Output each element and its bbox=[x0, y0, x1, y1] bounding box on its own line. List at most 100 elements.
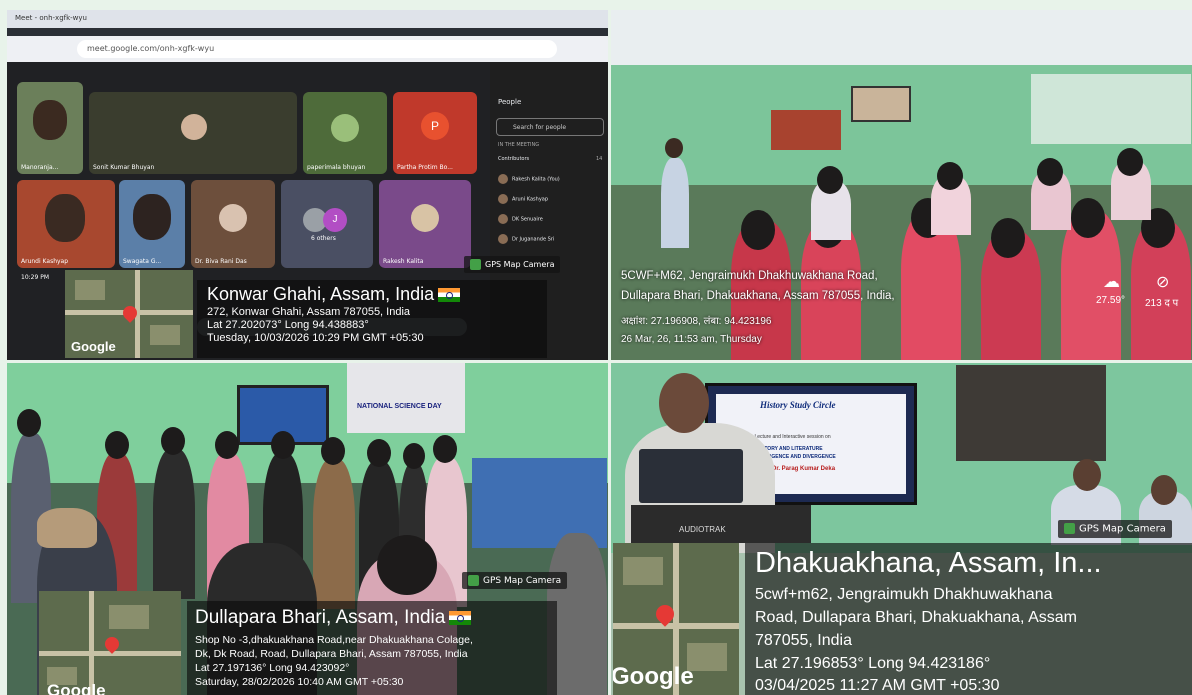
location-map-thumbnail: Google bbox=[65, 270, 193, 358]
participant-photo bbox=[133, 194, 171, 240]
gps-info-box: Dullapara Bhari, Assam, India Shop No -3… bbox=[187, 601, 557, 695]
others-count: 6 others bbox=[311, 235, 336, 242]
browser-tab-strip: Meet - onh-xgfk-wyu bbox=[7, 10, 608, 28]
location-map-thumbnail: Google bbox=[613, 543, 739, 695]
address-line: 787055, India bbox=[755, 632, 852, 649]
slide-speaker: Dr. Parag Kumar Deka bbox=[772, 466, 836, 472]
students-event-photo: NATIONAL SCIENCE DAY GPS Map Camera Goog… bbox=[7, 363, 608, 695]
address-bar[interactable]: meet.google.com/onh-xgfk-wyu bbox=[77, 40, 557, 58]
in-meeting-label: IN THE MEETING bbox=[498, 142, 540, 148]
participant-list-item[interactable]: Dr Juganande Sri bbox=[498, 234, 554, 244]
lat-long: Lat 27.202073° Long 94.438883° bbox=[207, 319, 369, 331]
windows bbox=[1031, 74, 1191, 144]
ceiling bbox=[611, 10, 1192, 65]
video-tile[interactable]: Sonit Kumar Bhuyan bbox=[89, 92, 297, 174]
guest-head bbox=[1073, 459, 1101, 491]
video-tile[interactable]: Rakesh Kalita bbox=[379, 180, 471, 268]
speaker-head bbox=[665, 138, 683, 158]
address-line: Shop No -3,dhakuakhana Road,near Dhakuak… bbox=[195, 634, 473, 646]
participant-avatar: J bbox=[323, 208, 347, 232]
compass-icon: ⊘ bbox=[1156, 274, 1170, 291]
banner bbox=[771, 110, 841, 150]
video-tile[interactable]: P Partha Protim Bo... bbox=[393, 92, 477, 174]
podium-brand: AUDIOTRAK bbox=[679, 525, 726, 534]
address-line: 5cwf+m62, Jengraimukh Dhakhuwakhana bbox=[755, 586, 1053, 603]
video-tile[interactable]: Swagata G... bbox=[119, 180, 185, 268]
participant-avatar bbox=[219, 204, 247, 232]
video-tile[interactable]: Dr. Biva Rani Das bbox=[191, 180, 275, 268]
india-flag-icon bbox=[438, 288, 461, 303]
participant-photo bbox=[45, 194, 85, 242]
timestamp: Saturday, 28/02/2026 10:40 AM GMT +05:30 bbox=[195, 676, 404, 688]
participant-name: Dr. Biva Rani Das bbox=[195, 258, 247, 265]
gps-info-box: Dhakuakhana, Assam, In... 5cwf+m62, Jeng… bbox=[745, 543, 1192, 695]
weather-cloud-icon: ☁ bbox=[1103, 272, 1120, 291]
guest-head bbox=[1151, 475, 1177, 505]
participant-avatar bbox=[331, 114, 359, 142]
event-banner: NATIONAL SCIENCE DAY bbox=[347, 363, 465, 433]
lat-long: Lat 27.197136° Long 94.423092° bbox=[195, 662, 350, 674]
podium: AUDIOTRAK bbox=[631, 505, 811, 543]
location-title: Dullapara Bhari, Assam, India bbox=[195, 607, 472, 629]
heading: 213 द प bbox=[1145, 298, 1179, 309]
people-search-input[interactable]: Search for people bbox=[496, 118, 604, 136]
blackboard bbox=[956, 365, 1106, 461]
online-meeting-photo: Meet - onh-xgfk-wyu meet.google.com/onh-… bbox=[7, 10, 608, 360]
address-line: 272, Konwar Ghahi, Assam 787055, India bbox=[207, 306, 411, 318]
gps-info-box: Konwar Ghahi, Assam, India 272, Konwar G… bbox=[197, 280, 547, 358]
notice-board bbox=[851, 86, 911, 122]
participant-name: Sonit Kumar Bhuyan bbox=[93, 164, 155, 171]
participant-name: Arundi Kashyap bbox=[21, 258, 69, 265]
participant-avatar: P bbox=[421, 112, 449, 140]
classroom-audience-photo: 5CWF+M62, Jengraimukh Dhakhuwakhana Road… bbox=[611, 10, 1192, 360]
video-tile[interactable]: J 6 others bbox=[281, 180, 373, 268]
location-title: Konwar Ghahi, Assam, India bbox=[207, 284, 461, 305]
participant-list-item[interactable]: DK Senuaire bbox=[498, 214, 543, 224]
meeting-clock: 10:29 PM bbox=[21, 274, 49, 281]
google-logo: Google bbox=[47, 681, 106, 695]
participant-list-item[interactable]: Aruni Kashyap bbox=[498, 194, 548, 204]
slide-text: A Lecture and Interactive session on bbox=[750, 434, 831, 440]
timestamp: 03/04/2025 11:27 AM GMT +05:30 bbox=[755, 677, 1000, 694]
photo-collage: Meet - onh-xgfk-wyu meet.google.com/onh-… bbox=[0, 0, 1192, 695]
slide-title: History Study Circle bbox=[760, 400, 836, 410]
participant-avatar bbox=[411, 204, 439, 232]
gps-camera-badge: GPS Map Camera bbox=[1058, 520, 1172, 538]
india-flag-icon bbox=[449, 610, 472, 625]
lat-long: Lat 27.196853° Long 94.423186° bbox=[755, 655, 991, 672]
laptop bbox=[639, 449, 743, 503]
participant-name: Rakesh Kalita bbox=[383, 258, 424, 265]
speaker-head bbox=[659, 373, 709, 433]
video-tile[interactable]: Arundi Kashyap bbox=[17, 180, 115, 268]
address-line: Road, Dullapara Bhari, Dhakuakhana, Assa… bbox=[755, 609, 1077, 626]
location-title: Dhakuakhana, Assam, In... bbox=[755, 547, 1102, 579]
banner-text: NATIONAL SCIENCE DAY bbox=[357, 403, 442, 410]
timestamp: Tuesday, 10/03/2026 10:29 PM GMT +05:30 bbox=[207, 332, 424, 344]
address-line: 5CWF+M62, Jengraimukh Dhakhuwakhana Road… bbox=[621, 270, 878, 282]
browser-tab-title[interactable]: Meet - onh-xgfk-wyu bbox=[15, 14, 87, 22]
participant-name: Manoranja... bbox=[21, 164, 59, 171]
lat-long: अक्षांश: 27.196908, लंबा: 94.423196 bbox=[621, 316, 772, 327]
location-map-thumbnail: Google bbox=[39, 591, 181, 695]
lecture-photo: History Study Circle A Lecture and Inter… bbox=[611, 363, 1192, 695]
speaker-figure bbox=[661, 158, 689, 248]
participant-list-item[interactable]: Rakesh Kalita (You) bbox=[498, 174, 560, 184]
contributors-count: 14 bbox=[596, 156, 603, 162]
contributors-label[interactable]: Contributors bbox=[498, 156, 529, 162]
google-logo: Google bbox=[613, 663, 694, 690]
address-line: Dullapara Bhari, Dhakuakhana, Assam 7870… bbox=[621, 290, 895, 302]
participant-photo bbox=[33, 100, 67, 140]
participant-name: paperimala bhuyan bbox=[307, 164, 366, 171]
google-logo: Google bbox=[71, 339, 116, 354]
video-tile[interactable]: Manoranja... bbox=[17, 82, 83, 174]
video-tile[interactable]: paperimala bhuyan bbox=[303, 92, 387, 174]
participant-avatar bbox=[181, 114, 207, 140]
temperature: 27.59° bbox=[1096, 295, 1126, 306]
participant-name: Swagata G... bbox=[123, 258, 162, 265]
participant-name: Partha Protim Bo... bbox=[397, 164, 453, 171]
timestamp: 26 Mar, 26, 11:53 am, Thursday bbox=[621, 334, 762, 345]
gps-camera-badge: GPS Map Camera bbox=[464, 256, 561, 273]
people-panel-title: People bbox=[498, 98, 522, 106]
address-line: Dk, Dk Road, Road, Dullapara Bhari, Assa… bbox=[195, 648, 468, 660]
gps-camera-badge: GPS Map Camera bbox=[462, 572, 568, 589]
